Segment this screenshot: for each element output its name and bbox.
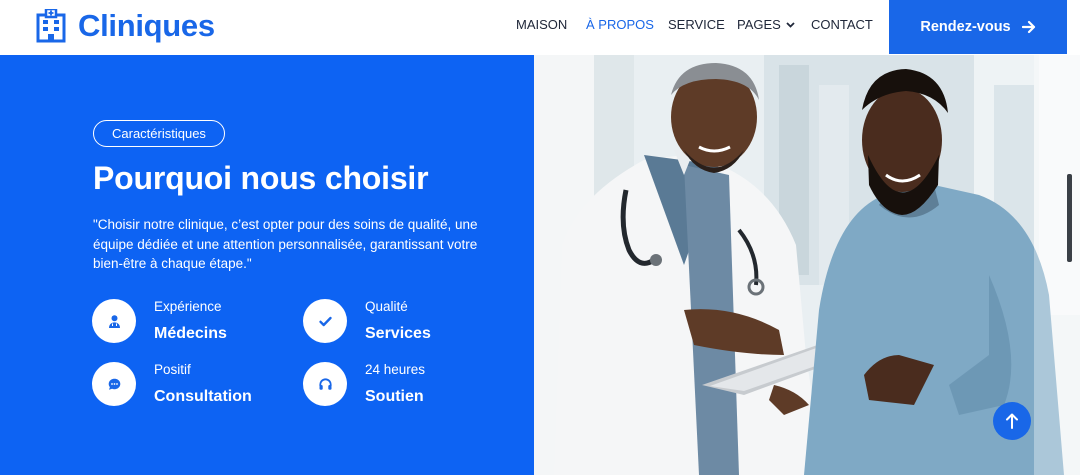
feature-small-text: Positif bbox=[154, 362, 191, 377]
section-title: Pourquoi nous choisir bbox=[93, 160, 429, 196]
appointment-button[interactable]: Rendez-vous bbox=[889, 0, 1067, 54]
feature-doctors: Expérience Médecins bbox=[92, 299, 292, 345]
feature-title: Médecins bbox=[154, 325, 227, 342]
feature-title: Soutien bbox=[365, 388, 424, 405]
feature-small-text: Expérience bbox=[154, 299, 222, 314]
feature-icon-circle bbox=[303, 299, 347, 343]
feature-small-text: 24 heures bbox=[365, 362, 426, 377]
feature-title: Consultation bbox=[154, 388, 252, 405]
site-header: Cliniques MAISON À PROPOS SERVICE PAGES … bbox=[0, 0, 1080, 55]
why-choose-us-section: Caractéristiques Pourquoi nous choisir "… bbox=[0, 55, 534, 475]
feature-support: 24 heures Soutien bbox=[303, 362, 503, 408]
nav-item-service[interactable]: SERVICE bbox=[668, 17, 725, 33]
feature-icon-circle bbox=[92, 299, 136, 343]
nav-item-contact[interactable]: CONTACT bbox=[811, 17, 873, 33]
feature-small-text: Qualité bbox=[365, 299, 408, 314]
feature-consultation: Positif Consultation bbox=[92, 362, 292, 408]
section-badge: Caractéristiques bbox=[93, 120, 225, 147]
check-icon bbox=[318, 316, 332, 326]
nav-item-maison[interactable]: MAISON bbox=[516, 17, 567, 33]
scroll-to-top-button[interactable] bbox=[993, 402, 1031, 440]
nav-item-pages[interactable]: PAGES bbox=[737, 17, 795, 33]
brand-logo[interactable]: Cliniques bbox=[36, 8, 215, 44]
doctor-icon bbox=[108, 314, 120, 328]
brand-name: Cliniques bbox=[78, 8, 215, 43]
nav-item-a-propos[interactable]: À PROPOS bbox=[586, 17, 654, 33]
feature-services: Qualité Services bbox=[303, 299, 503, 345]
feature-icon-circle bbox=[303, 362, 347, 406]
scrollbar-thumb[interactable] bbox=[1067, 174, 1072, 262]
appointment-button-label: Rendez-vous bbox=[920, 19, 1011, 35]
arrow-up-icon bbox=[1006, 413, 1018, 429]
feature-title: Services bbox=[365, 325, 431, 342]
arrow-right-icon bbox=[1021, 20, 1035, 34]
chat-icon bbox=[108, 378, 120, 390]
hospital-building-icon bbox=[36, 9, 66, 43]
nav-item-pages-label: PAGES bbox=[737, 17, 781, 32]
feature-icon-circle bbox=[92, 362, 136, 406]
headset-icon bbox=[318, 377, 332, 390]
chevron-down-icon bbox=[786, 22, 795, 28]
section-quote: "Choisir notre clinique, c’est opter pou… bbox=[93, 217, 478, 271]
